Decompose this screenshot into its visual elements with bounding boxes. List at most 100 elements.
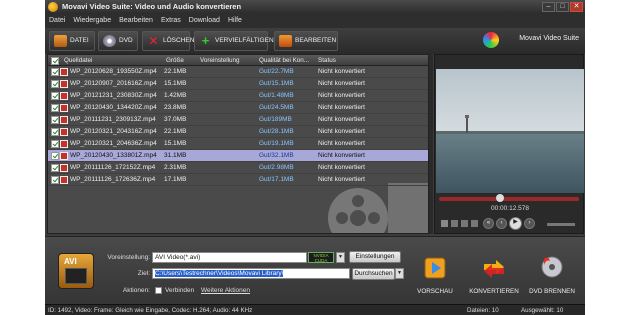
disc-icon xyxy=(103,35,116,47)
delete-label: LÖSCHEN xyxy=(163,37,195,44)
seek-handle[interactable] xyxy=(495,194,504,202)
table-row[interactable]: WP_20111126_172636Z.mp4 17.1MB Gut/17.1M… xyxy=(48,174,428,186)
seek-bar[interactable] xyxy=(439,194,579,202)
row-checkbox[interactable] xyxy=(51,68,59,76)
volume-slider[interactable] xyxy=(547,223,575,226)
table-row[interactable]: WP_20111126_172152Z.mp4 2.31MB Gut/2.98M… xyxy=(48,162,428,174)
plus-icon: + xyxy=(201,33,210,48)
conversion-status: Nicht konvertiert xyxy=(318,164,365,171)
rotate-icon[interactable] xyxy=(471,220,478,227)
file-type-icon xyxy=(60,140,68,148)
dvd-burn-icon xyxy=(541,256,563,278)
table-row[interactable]: WP_20120321_204316Z.mp4 22.1MB Gut/28.1M… xyxy=(48,126,428,138)
file-name: WP_20111126_172636Z.mp4 xyxy=(70,176,156,183)
menu-datei[interactable]: Datei xyxy=(45,14,69,27)
stop-icon[interactable] xyxy=(441,220,448,227)
browse-dropdown-icon[interactable]: ▼ xyxy=(395,268,404,279)
menu-hilfe[interactable]: Hilfe xyxy=(224,14,246,27)
convert-button[interactable]: KONVERTIEREN xyxy=(465,239,523,301)
row-checkbox[interactable] xyxy=(51,92,59,100)
row-checkbox[interactable] xyxy=(51,164,59,172)
row-checkbox[interactable] xyxy=(51,80,59,88)
preview-icon xyxy=(424,257,446,279)
table-row[interactable]: WP_20120430_134420Z.mp4 23.8MB Gut/24.5M… xyxy=(48,102,428,114)
join-label: Verbinden xyxy=(165,287,195,294)
join-checkbox[interactable] xyxy=(155,287,162,294)
col-size[interactable]: Größe xyxy=(166,57,184,64)
frame-icon[interactable] xyxy=(451,220,458,227)
video-preview[interactable] xyxy=(436,69,584,193)
menu-bar: Datei Wiedergabe Bearbeiten Extras Download H… xyxy=(45,14,585,28)
crop-icon[interactable] xyxy=(461,220,468,227)
table-row[interactable]: WP_20120628_193550Z.mp4 22.1MB Gut/22.7M… xyxy=(48,66,428,78)
menu-bearbeiten[interactable]: Bearbeiten xyxy=(115,14,157,27)
browse-button[interactable]: Durchsuchen xyxy=(352,268,395,280)
col-status[interactable]: Status xyxy=(318,57,336,64)
output-quality[interactable]: Gut/15.1MB xyxy=(259,80,294,87)
brand-name: Movavi Video Suite xyxy=(519,35,579,42)
file-size: 2.31MB xyxy=(164,164,187,171)
add-file-button[interactable]: DATEI xyxy=(49,31,95,51)
row-checkbox[interactable] xyxy=(51,176,59,184)
file-type-icon xyxy=(60,176,68,184)
row-checkbox[interactable] xyxy=(51,128,59,136)
file-list: Quelldatei Größe Voreinstellung Qualität… xyxy=(47,54,429,234)
output-quality[interactable]: Gut/19.1MB xyxy=(259,140,294,147)
movavi-logo-icon xyxy=(483,32,499,48)
output-quality[interactable]: Gut/2.98MB xyxy=(259,164,294,171)
menu-wiedergabe[interactable]: Wiedergabe xyxy=(69,14,115,27)
close-button[interactable]: ✕ xyxy=(570,2,583,12)
avi-format-icon[interactable]: AVI xyxy=(58,253,94,289)
preset-dropdown-icon[interactable]: ▼ xyxy=(336,252,345,263)
add-dvd-label: DVD xyxy=(119,37,133,44)
col-preset[interactable]: Voreinstellung xyxy=(200,57,240,64)
table-row-selected[interactable]: WP_20120430_133801Z.mp4 31.1MB Gut/32.1M… xyxy=(48,150,428,162)
more-actions-link[interactable]: Weitere Aktionen xyxy=(201,287,250,294)
preview-button[interactable]: VORSCHAU xyxy=(406,239,464,301)
convert-label: KONVERTIEREN xyxy=(469,288,519,295)
list-scrollbar[interactable] xyxy=(429,54,433,234)
col-quality[interactable]: Qualität bei Kon... xyxy=(259,57,309,64)
col-file[interactable]: Quelldatei xyxy=(64,57,92,64)
output-quality[interactable]: Gut/22.7MB xyxy=(259,68,294,75)
row-checkbox[interactable] xyxy=(51,140,59,148)
step-forward-icon[interactable]: › xyxy=(524,218,535,229)
target-path-input[interactable]: C:\Users\Testrechner\Videos\Movavi Libra… xyxy=(152,268,350,279)
play-icon[interactable]: ▶ xyxy=(509,217,522,230)
table-row[interactable]: WP_20120321_204636Z.mp4 15.1MB Gut/19.1M… xyxy=(48,138,428,150)
delete-button[interactable]: ✕ LÖSCHEN xyxy=(142,31,194,51)
select-all-checkbox[interactable] xyxy=(51,56,59,65)
file-type-icon xyxy=(60,164,68,172)
table-row[interactable]: WP_20121231_230830Z.mp4 1.42MB Gut/1.48M… xyxy=(48,90,428,102)
file-name: WP_20120321_204316Z.mp4 xyxy=(70,128,157,135)
output-quality[interactable]: Gut/1.48MB xyxy=(259,92,294,99)
preset-select[interactable]: AVI Video(*.avi) xyxy=(152,252,307,263)
maximize-button[interactable]: □ xyxy=(556,2,569,12)
target-label: Ziel: xyxy=(137,270,150,277)
menu-extras[interactable]: Extras xyxy=(157,14,185,27)
table-row[interactable]: WP_20120907_201616Z.mp4 15.1MB Gut/15.1M… xyxy=(48,78,428,90)
burn-dvd-button[interactable]: DVD BRENNEN xyxy=(523,239,581,301)
edit-button[interactable]: BEARBEITEN xyxy=(274,31,338,51)
delete-icon: ✕ xyxy=(148,34,159,48)
row-checkbox[interactable] xyxy=(51,152,59,160)
skip-back-icon[interactable]: « xyxy=(483,218,494,229)
output-quality[interactable]: Gut/189MB xyxy=(259,116,292,123)
row-checkbox[interactable] xyxy=(51,104,59,112)
table-row[interactable]: WP_20111231_230913Z.mp4 37.0MB Gut/189MB… xyxy=(48,114,428,126)
output-quality[interactable]: Gut/24.5MB xyxy=(259,104,294,111)
file-size: 22.1MB xyxy=(164,68,187,75)
output-quality[interactable]: Gut/17.1MB xyxy=(259,176,294,183)
duplicate-button[interactable]: + VERVIELFÄLTIGEN xyxy=(194,31,274,51)
output-quality[interactable]: Gut/28.1MB xyxy=(259,128,294,135)
output-quality[interactable]: Gut/32.1MB xyxy=(259,152,294,159)
add-dvd-button[interactable]: DVD xyxy=(98,31,138,51)
minimize-button[interactable]: – xyxy=(542,2,555,12)
playback-controls: « ‹ ▶ › » xyxy=(435,215,585,233)
settings-button[interactable]: Einstellungen xyxy=(349,251,401,263)
row-checkbox[interactable] xyxy=(51,116,59,124)
add-file-label: DATEI xyxy=(70,37,89,44)
edit-icon xyxy=(279,35,292,47)
menu-download[interactable]: Download xyxy=(185,14,224,27)
step-back-icon[interactable]: ‹ xyxy=(496,218,507,229)
